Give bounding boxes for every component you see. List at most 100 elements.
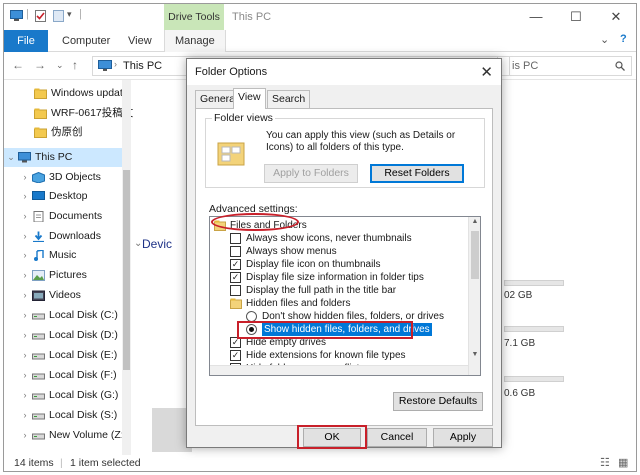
restore-defaults-button[interactable]: Restore Defaults: [393, 392, 483, 411]
search-icon[interactable]: [615, 61, 625, 71]
expand-chevron-icon[interactable]: ›: [20, 207, 30, 226]
sidebar-item-documents[interactable]: › Documents: [4, 207, 122, 226]
disk-icon: [32, 313, 45, 320]
expand-chevron-icon[interactable]: ⌄: [6, 148, 16, 167]
sidebar-item-videos[interactable]: › Videos: [4, 286, 122, 305]
expand-chevron-icon[interactable]: ›: [20, 246, 30, 265]
scroll-down-icon[interactable]: ▼: [469, 351, 480, 358]
forward-arrow-icon[interactable]: →: [34, 58, 46, 72]
sidebar-item-local-disk-d[interactable]: › Local Disk (D:): [4, 326, 122, 345]
checkbox-unchecked[interactable]: [230, 285, 241, 296]
checkbox-checked[interactable]: ✓: [230, 350, 241, 361]
sidebar-item-downloads[interactable]: › Downloads: [4, 227, 122, 246]
help-icon[interactable]: ?: [620, 33, 627, 45]
expand-chevron-icon[interactable]: ›: [20, 406, 30, 425]
drive-tools-tab[interactable]: Drive Tools: [164, 4, 224, 30]
sidebar-item-local-disk-e[interactable]: › Local Disk (E:): [4, 346, 122, 365]
tab-search[interactable]: Search: [267, 90, 311, 108]
close-button[interactable]: ✕: [596, 4, 636, 30]
dialog-close-icon[interactable]: ✕: [480, 63, 493, 81]
minimize-button[interactable]: —: [516, 4, 556, 30]
properties-icon[interactable]: [34, 10, 47, 22]
ribbon-tabs: File Computer View Manage ⌄ ?: [4, 30, 636, 52]
expand-chevron-icon[interactable]: ›: [20, 286, 30, 305]
settings-scroll-thumb[interactable]: [471, 231, 479, 279]
search-input[interactable]: is PC: [497, 56, 632, 76]
tab-view[interactable]: View: [128, 30, 152, 52]
back-arrow-icon[interactable]: ←: [12, 58, 24, 72]
expand-chevron-icon[interactable]: ›: [20, 366, 30, 385]
maximize-button[interactable]: ☐: [556, 4, 596, 30]
pc-icon[interactable]: [10, 10, 23, 22]
sidebar-item-pictures[interactable]: › Pictures: [4, 266, 122, 285]
sidebar-item-local-disk-c[interactable]: › Local Disk (C:): [4, 306, 122, 325]
expand-chevron-icon[interactable]: ›: [20, 306, 30, 325]
sidebar-item-local-disk-g[interactable]: › Local Disk (G:): [4, 386, 122, 405]
sidebar-item-desktop[interactable]: › Desktop: [4, 187, 122, 206]
recent-chevron-icon[interactable]: ⌄: [56, 60, 64, 71]
sidebar-item-this-pc[interactable]: ⌄ This PC: [4, 148, 122, 167]
checkbox-checked[interactable]: ✓: [230, 259, 241, 270]
item-count: 14 items: [14, 457, 54, 469]
sidebar-item-music[interactable]: › Music: [4, 246, 122, 265]
reset-folders-button[interactable]: Reset Folders: [370, 164, 464, 183]
sidebar-item-label: Documents: [49, 210, 103, 222]
expand-chevron-icon[interactable]: ›: [20, 426, 30, 445]
drive-free-space: 7.1 GB: [504, 338, 536, 349]
sidebar-item-new-volume-z[interactable]: › New Volume (Z:): [4, 426, 128, 445]
drive-free-space: 02 GB: [504, 290, 533, 301]
music-icon: [34, 250, 44, 261]
sidebar-item-label: Local Disk (G:): [49, 389, 119, 401]
breadcrumb[interactable]: This PC: [123, 60, 162, 72]
expand-chevron-icon[interactable]: ›: [20, 187, 30, 206]
nav-scroll-thumb[interactable]: [123, 170, 130, 370]
cancel-button[interactable]: Cancel: [367, 428, 427, 447]
qat-customize-icon[interactable]: ▾: [67, 9, 72, 20]
nav-scrollbar[interactable]: [122, 80, 131, 455]
setting-label: Display file size information in folder …: [246, 272, 424, 283]
drive-usage-bar: [504, 376, 564, 382]
tab-manage[interactable]: Manage: [164, 30, 226, 52]
checkbox-checked[interactable]: ✓: [230, 272, 241, 283]
sidebar-item-windows-update[interactable]: Windows update: [4, 84, 129, 103]
expand-chevron-icon[interactable]: ›: [20, 346, 30, 365]
sidebar-item-3d-objects[interactable]: › 3D Objects: [4, 168, 122, 187]
tab-computer[interactable]: Computer: [62, 30, 110, 52]
devices-section-header[interactable]: Devic: [142, 237, 172, 251]
ok-annotation: [297, 425, 367, 449]
drive-free-space: 0.6 GB: [504, 388, 536, 399]
expand-chevron-icon[interactable]: ›: [20, 386, 30, 405]
expand-chevron-icon[interactable]: ›: [20, 227, 30, 246]
expand-chevron-icon[interactable]: ›: [20, 326, 30, 345]
details-view-icon[interactable]: ☷: [600, 456, 610, 469]
pc-icon: [98, 60, 112, 71]
new-folder-icon[interactable]: [52, 10, 65, 22]
expand-chevron-icon[interactable]: ›: [20, 168, 30, 187]
sidebar-item-wrf-0617[interactable]: WRF-0617投稿文: [4, 104, 133, 123]
sidebar-item-label: Pictures: [49, 269, 87, 281]
apply-to-folders-button[interactable]: Apply to Folders: [264, 164, 358, 183]
advanced-settings-list[interactable]: Files and Folders Always show icons, neve…: [209, 216, 481, 376]
tab-file[interactable]: File: [4, 30, 48, 52]
disk-icon: [32, 433, 45, 440]
apply-button[interactable]: Apply: [433, 428, 493, 447]
sidebar-item-label: 伪原创: [51, 126, 83, 138]
scroll-up-icon[interactable]: ▲: [469, 218, 480, 225]
sidebar-item-label: Local Disk (F:): [49, 369, 117, 381]
status-divider: |: [60, 457, 63, 469]
dialog-title: Folder Options: [195, 66, 268, 78]
ribbon-expand-icon[interactable]: ⌄: [600, 33, 609, 46]
up-arrow-icon[interactable]: ↑: [72, 58, 78, 72]
settings-horizontal-scrollbar[interactable]: [210, 365, 468, 375]
checkbox-unchecked[interactable]: [230, 233, 241, 244]
sidebar-item-local-disk-s[interactable]: › Local Disk (S:): [4, 406, 122, 425]
sidebar-item-[interactable]: 伪原创: [4, 123, 122, 142]
expand-chevron-icon[interactable]: ›: [20, 266, 30, 285]
tab-view[interactable]: View: [233, 88, 266, 109]
settings-scrollbar[interactable]: ▲ ▼: [468, 217, 480, 375]
download-icon: [33, 231, 44, 242]
checkbox-unchecked[interactable]: [230, 246, 241, 257]
sidebar-item-local-disk-f[interactable]: › Local Disk (F:): [4, 366, 122, 385]
sidebar-item-label: Windows update: [51, 87, 129, 99]
large-icons-view-icon[interactable]: ▦: [618, 456, 628, 469]
